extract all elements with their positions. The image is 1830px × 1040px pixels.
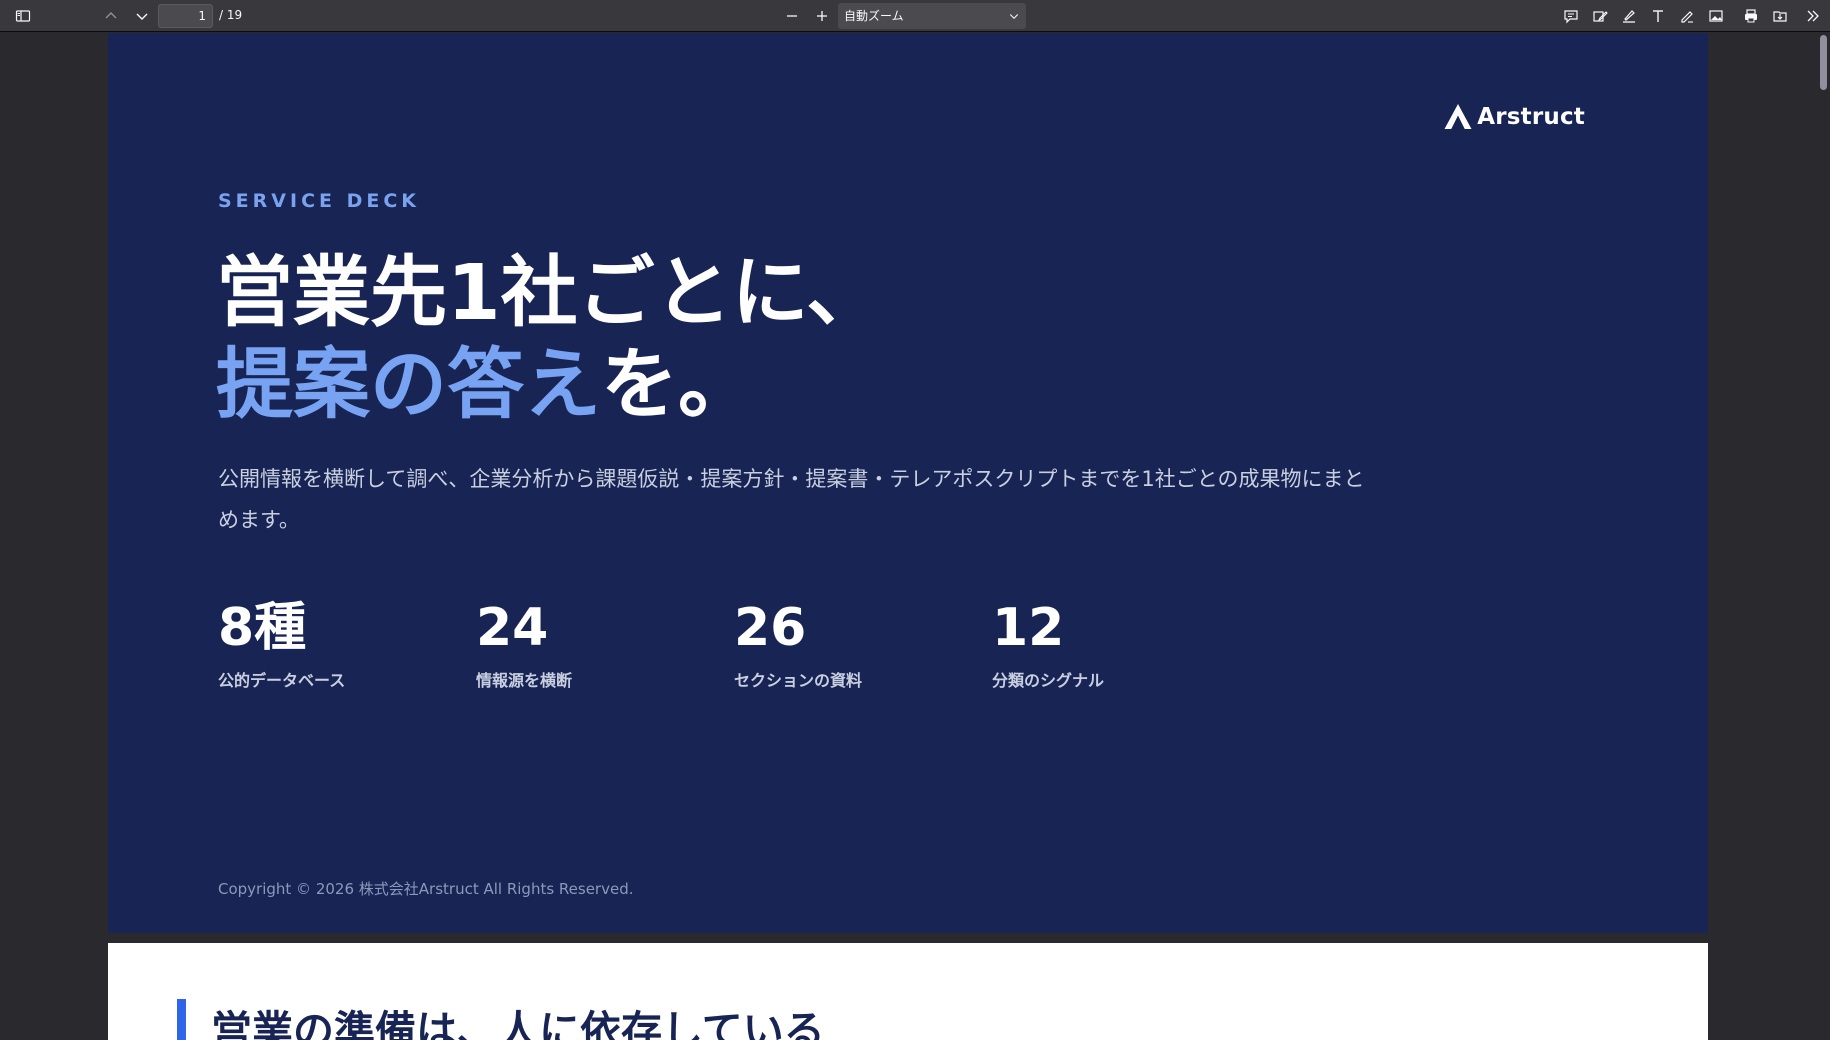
headline: 営業先1社ごとに、 提案の答えを。 [216, 248, 883, 432]
scrollbar[interactable] [1816, 33, 1830, 1040]
stat-item: 12 分類のシグナル [992, 593, 1232, 691]
logo: Arstruct [1443, 103, 1585, 130]
stat-label: セクションの資料 [734, 671, 863, 690]
stat-item: 8種 公的データベース [218, 593, 458, 691]
headline-rest: を。 [601, 341, 755, 430]
highlight-icon[interactable] [1616, 3, 1642, 29]
slide-problem: 営業の準備は、人に依存している [108, 943, 1708, 1040]
pdf-toolbar: 1 / 19 自動ズーム [0, 0, 1830, 32]
chevron-down-icon[interactable] [129, 3, 155, 29]
image-icon[interactable] [1703, 3, 1729, 29]
stat-item: 24 情報源を横断 [476, 593, 716, 691]
stat-value: 8種 [218, 598, 307, 658]
slide-title: Arstruct SERVICE DECK 営業先1社ごとに、 提案の答えを。 … [108, 33, 1708, 933]
headline-line-1: 営業先1社ごとに、 [216, 249, 884, 338]
headline-line-2: 提案の答えを。 [216, 340, 883, 432]
text-icon[interactable] [1645, 3, 1671, 29]
double-chevron-right-icon[interactable] [1800, 3, 1826, 29]
comment-icon[interactable] [1558, 3, 1584, 29]
plus-icon[interactable] [809, 3, 835, 29]
title-accent-bar [177, 999, 186, 1040]
stat-value: 12 [992, 598, 1065, 658]
stat-label: 情報源を横断 [476, 671, 573, 690]
stat-label: 分類のシグナル [992, 671, 1105, 690]
headline-accent: 提案の答え [216, 341, 601, 430]
sidebar-toggle-icon[interactable] [10, 3, 36, 29]
arstruct-logo-icon [1444, 103, 1472, 130]
save-icon[interactable] [1767, 3, 1793, 29]
page-number-input[interactable]: 1 [158, 4, 213, 28]
pdf-viewer[interactable]: Arstruct SERVICE DECK 営業先1社ごとに、 提案の答えを。 … [0, 33, 1830, 1040]
description: 公開情報を横断して調べ、企業分析から課題仮説・提案方針・提案書・テレアポスクリプ… [218, 467, 1365, 532]
zoom-select-value: 自動ズーム [844, 9, 904, 23]
eyebrow-label: SERVICE DECK [218, 190, 421, 212]
scrollbar-thumb[interactable] [1820, 35, 1827, 90]
copyright-text: Copyright © 2026 株式会社Arstruct All Rights… [218, 880, 634, 898]
draw-icon[interactable] [1674, 3, 1700, 29]
chevron-up-icon[interactable] [98, 3, 124, 29]
zoom-select[interactable]: 自動ズーム [838, 3, 1026, 29]
logo-wordmark: Arstruct [1477, 103, 1585, 130]
minus-icon[interactable] [779, 3, 805, 29]
slide-heading: 営業の準備は、人に依存している [211, 1007, 825, 1040]
stat-item: 26 セクションの資料 [734, 593, 974, 691]
stat-value: 24 [476, 598, 549, 658]
page-total-label: / 19 [219, 8, 243, 22]
print-icon[interactable] [1738, 3, 1764, 29]
stat-value: 26 [734, 598, 807, 658]
signature-icon[interactable] [1587, 3, 1613, 29]
stat-label: 公的データベース [218, 671, 346, 690]
